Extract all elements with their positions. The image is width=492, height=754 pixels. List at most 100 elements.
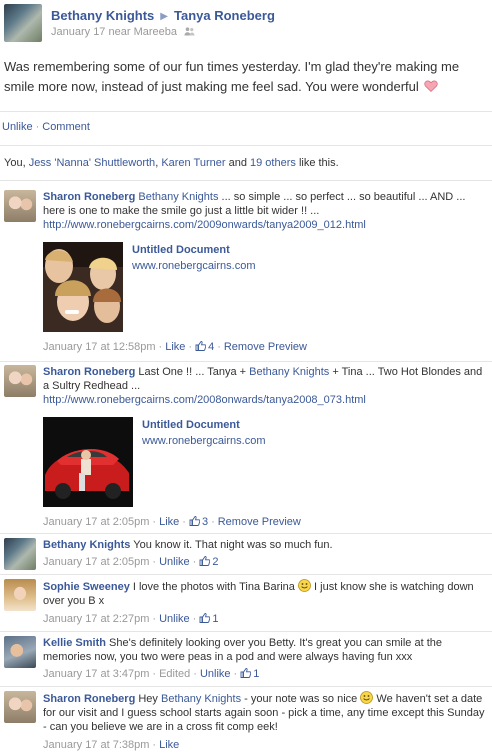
separator: · (188, 341, 193, 353)
post-header: Bethany Knights ▶ Tanya Roneberg January 1… (0, 0, 492, 46)
divider (0, 686, 492, 687)
likes-suffix: like this. (298, 157, 339, 169)
separator: · (152, 739, 157, 751)
thumbs-up-icon (240, 668, 252, 678)
separator: · (193, 668, 197, 680)
comment-time[interactable]: January 17 at 12:58pm (43, 341, 156, 353)
commenter-avatar[interactable] (4, 636, 36, 668)
separator: · (35, 121, 40, 133)
comment-body: Sharon Roneberg Hey Bethany Knights - yo… (43, 691, 488, 734)
unlike-link[interactable]: Unlike (159, 556, 190, 568)
comment-body: Sophie Sweeney I love the photos with Ti… (43, 579, 488, 608)
comment-meta: January 17 at 12:58pm · Like · 4 · Remove Prev… (43, 341, 307, 353)
like-count-value: 4 (208, 341, 215, 353)
liker-link[interactable]: Karen Turner (161, 157, 225, 169)
comment-time[interactable]: January 17 at 7:38pm (43, 739, 149, 751)
unlike-link[interactable]: Unlike (2, 121, 33, 133)
separator: · (152, 613, 157, 625)
like-count[interactable]: 4 (195, 341, 214, 353)
right-triangle-icon: ▶ (160, 11, 168, 22)
separator: · (158, 341, 163, 353)
tagged-user[interactable]: Bethany Knights (161, 693, 241, 705)
like-count-value: 1 (253, 668, 260, 680)
commenter-avatar[interactable] (4, 538, 36, 570)
unlike-link[interactable]: Unlike (200, 668, 231, 680)
comment-link-url[interactable]: http://www.ronebergcairns.com/2008onward… (43, 394, 366, 406)
commenter-avatar[interactable] (4, 190, 36, 222)
separator: · (152, 668, 157, 680)
like-count-value: 3 (201, 516, 209, 528)
like-link[interactable]: Like (165, 341, 185, 353)
like-count[interactable]: 3 (189, 516, 208, 528)
thumbs-up-icon (189, 516, 200, 526)
comment-author[interactable]: Sophie Sweeney (43, 581, 130, 593)
like-count[interactable]: 2 (199, 556, 218, 568)
comment-meta: January 17 at 3:47pm · Edited · Unlike · 1 (43, 668, 259, 680)
separator: · (233, 668, 238, 680)
tagged-user[interactable]: Bethany Knights (249, 366, 329, 378)
like-count-value: 1 (212, 613, 219, 625)
comment-author[interactable]: Kellie Smith (43, 637, 106, 649)
divider (0, 111, 492, 112)
comment-item: Sharon Roneberg Bethany Knights ... so s… (0, 190, 492, 360)
smiley-icon (298, 579, 311, 592)
preview-thumbnail[interactable] (43, 242, 123, 332)
likes-comma: , (155, 157, 159, 169)
comment-author[interactable]: Sharon Roneberg (43, 693, 135, 705)
comment-text: Hey (138, 693, 158, 705)
like-link[interactable]: Like (159, 739, 179, 751)
comment-time[interactable]: January 17 at 2:27pm (43, 613, 149, 625)
divider (0, 533, 492, 534)
preview-thumbnail[interactable] (43, 417, 133, 507)
liker-link[interactable]: Jess 'Nanna' Shuttleworth (29, 157, 156, 169)
friends-icon[interactable] (184, 27, 195, 36)
tagged-user[interactable]: Bethany Knights (138, 191, 218, 203)
preview-url[interactable]: www.ronebergcairns.com (132, 260, 256, 272)
post-date[interactable]: January 17 (51, 26, 105, 38)
post-title: Bethany Knights ▶ Tanya Roneberg (51, 8, 275, 23)
post-location[interactable]: near Mareeba (109, 26, 178, 38)
commenter-avatar[interactable] (4, 365, 36, 397)
comment-body: Bethany Knights You know it. That night … (43, 538, 488, 552)
unlike-link[interactable]: Unlike (159, 613, 190, 625)
remove-preview-link[interactable]: Remove Preview (224, 341, 307, 353)
like-link[interactable]: Like (159, 516, 179, 528)
preview-url[interactable]: www.ronebergcairns.com (142, 435, 266, 447)
author-avatar[interactable] (4, 4, 42, 42)
others-link[interactable]: 19 others (250, 157, 296, 169)
comment-author[interactable]: Sharon Roneberg (43, 191, 135, 203)
comment-link[interactable]: Comment (42, 121, 90, 133)
post-actions: Unlike · Comment (2, 121, 90, 133)
likes-prefix: You, (4, 157, 26, 169)
preview-title[interactable]: Untitled Document (132, 244, 230, 256)
thumbs-up-icon (195, 341, 207, 351)
to-name-link[interactable]: Tanya Roneberg (174, 8, 275, 23)
preview-title[interactable]: Untitled Document (142, 419, 240, 431)
like-count[interactable]: 1 (240, 668, 259, 680)
comment-time[interactable]: January 17 at 2:05pm (43, 516, 149, 528)
commenter-avatar[interactable] (4, 579, 36, 611)
divider (0, 145, 492, 146)
comment-author[interactable]: Bethany Knights (43, 539, 130, 551)
comment-item: Kellie Smith She's definitely looking ov… (0, 636, 492, 684)
edited-label[interactable]: Edited (159, 668, 190, 680)
comment-time[interactable]: January 17 at 3:47pm (43, 668, 149, 680)
likes-and: and (228, 157, 247, 169)
smiley-icon (360, 691, 374, 704)
comment-link-url[interactable]: http://www.ronebergcairns.com/2009onward… (43, 219, 366, 231)
comment-body: Sharon Roneberg Last One !! ... Tanya + … (43, 365, 488, 407)
status-message: Was remembering some of our fun times ye… (4, 57, 484, 97)
comment-time[interactable]: January 17 at 2:05pm (43, 556, 149, 568)
divider (0, 574, 492, 575)
commenter-avatar[interactable] (4, 691, 36, 723)
remove-preview-link[interactable]: Remove Preview (218, 516, 301, 528)
divider (0, 361, 492, 362)
separator: · (152, 556, 157, 568)
like-count[interactable]: 1 (199, 613, 218, 625)
comment-item: Sharon Roneberg Last One !! ... Tanya + … (0, 365, 492, 529)
separator: · (182, 516, 186, 528)
comment-author[interactable]: Sharon Roneberg (43, 366, 135, 378)
comment-text: - your note was so nice (244, 693, 358, 705)
from-name-link[interactable]: Bethany Knights (51, 8, 154, 23)
separator: · (152, 516, 157, 528)
